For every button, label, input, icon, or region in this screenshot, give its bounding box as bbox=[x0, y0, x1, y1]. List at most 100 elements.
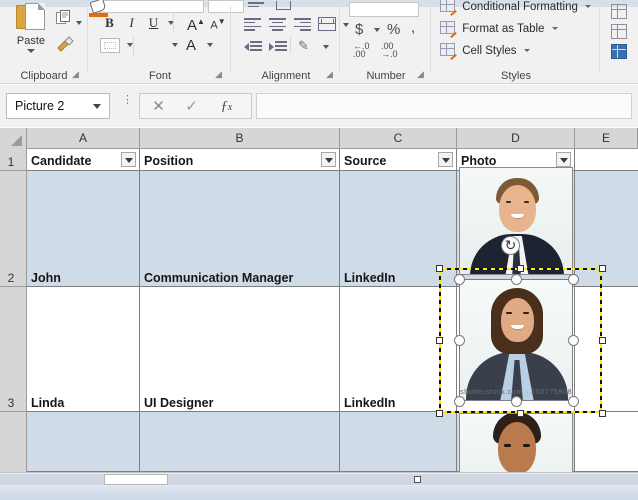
hscroll-track-left[interactable] bbox=[0, 474, 104, 485]
cell-styles-dropdown-arrow[interactable] bbox=[523, 49, 530, 52]
italic-button[interactable]: I bbox=[123, 14, 140, 31]
column-header-d[interactable]: D bbox=[457, 128, 575, 149]
column-header-e[interactable]: E bbox=[575, 128, 638, 149]
hscroll-thumb[interactable] bbox=[104, 474, 168, 485]
conditional-formatting-dropdown-arrow[interactable] bbox=[585, 5, 592, 8]
shrink-font-button[interactable]: A▼ bbox=[209, 13, 227, 35]
paste-dropdown-arrow[interactable] bbox=[27, 49, 35, 53]
range-handle-nw[interactable] bbox=[436, 265, 443, 272]
cell-a1[interactable]: Candidate bbox=[27, 149, 140, 171]
cell-b3[interactable]: UI Designer bbox=[140, 287, 340, 412]
fill-color-dropdown-arrow[interactable] bbox=[172, 43, 178, 47]
orientation-dropdown-arrow[interactable] bbox=[323, 45, 329, 49]
increase-decimal-button[interactable]: .00 →.0 bbox=[381, 42, 398, 59]
photo-third[interactable] bbox=[459, 413, 573, 472]
merge-and-center-button[interactable] bbox=[318, 17, 336, 31]
rotate-handle-icon[interactable]: ↻ bbox=[501, 236, 520, 255]
cancel-icon[interactable]: ✕ bbox=[142, 97, 175, 116]
row-header-4[interactable] bbox=[0, 412, 27, 472]
row-header-column: 1 2 3 bbox=[0, 149, 27, 472]
cell-a2[interactable]: John bbox=[27, 171, 140, 287]
delete-cells-button[interactable] bbox=[611, 24, 627, 39]
increase-indent-button[interactable] bbox=[269, 41, 287, 53]
column-header-c[interactable]: C bbox=[340, 128, 457, 149]
filter-dropdown-b1[interactable] bbox=[321, 152, 336, 167]
accounting-dropdown-arrow[interactable] bbox=[374, 28, 380, 32]
range-handle-se[interactable] bbox=[599, 410, 606, 417]
wrap-text-button[interactable] bbox=[276, 1, 291, 10]
font-color-button[interactable]: A bbox=[182, 37, 200, 55]
font-name-box[interactable] bbox=[99, 0, 204, 13]
cell-a3[interactable]: Linda bbox=[27, 287, 140, 412]
cell-b2[interactable]: Communication Manager bbox=[140, 171, 340, 287]
format-as-table-label: Format as Table bbox=[462, 23, 545, 35]
cell-b1[interactable]: Position bbox=[140, 149, 340, 171]
paste-button[interactable]: Paste bbox=[8, 3, 54, 61]
grow-font-button[interactable]: A▲ bbox=[187, 13, 205, 34]
cell-c4[interactable] bbox=[340, 412, 457, 472]
format-as-table-icon bbox=[440, 21, 457, 39]
format-cells-button[interactable] bbox=[611, 44, 627, 59]
row-header-2[interactable]: 2 bbox=[0, 171, 27, 287]
cell-styles-button[interactable]: Cell Styles bbox=[440, 43, 530, 61]
number-format-box[interactable] bbox=[349, 2, 419, 17]
orientation-button[interactable]: ✎ bbox=[298, 38, 309, 54]
format-as-table-dropdown-arrow[interactable] bbox=[551, 27, 558, 30]
enter-icon[interactable]: ✓ bbox=[175, 97, 208, 116]
format-painter-button[interactable] bbox=[56, 36, 76, 55]
align-center-button[interactable] bbox=[269, 18, 286, 31]
decrease-indent-button[interactable] bbox=[244, 41, 262, 53]
borders-button[interactable] bbox=[100, 38, 120, 53]
align-left-button[interactable] bbox=[244, 18, 261, 31]
align-right-button[interactable] bbox=[294, 18, 311, 31]
name-box-dropdown-arrow[interactable] bbox=[93, 104, 101, 109]
hscroll-split-marker[interactable] bbox=[414, 476, 421, 483]
percent-style-button[interactable]: % bbox=[387, 21, 400, 38]
filter-dropdown-d1[interactable] bbox=[556, 152, 571, 167]
alignment-dialog-launcher[interactable]: ◢ bbox=[326, 69, 333, 80]
copy-dropdown-arrow[interactable] bbox=[76, 20, 82, 25]
formula-bar-grip[interactable]: ⋮ bbox=[122, 95, 133, 106]
filter-dropdown-a1[interactable] bbox=[121, 152, 136, 167]
ribbon-group-font: B I U A▲ A▼ A Font ◢ bbox=[89, 0, 244, 84]
font-color-dropdown-arrow[interactable] bbox=[207, 43, 213, 47]
horizontal-scrollbar[interactable] bbox=[0, 472, 638, 486]
ribbon-group-cells bbox=[601, 0, 638, 84]
range-handle-sw[interactable] bbox=[436, 410, 443, 417]
name-box[interactable]: Picture 2 bbox=[6, 93, 110, 119]
conditional-formatting-button[interactable]: Conditional Formatting bbox=[440, 0, 592, 17]
column-header-a[interactable]: A bbox=[27, 128, 140, 149]
range-handle-ne[interactable] bbox=[599, 265, 606, 272]
row-header-1[interactable]: 1 bbox=[0, 149, 27, 171]
copy-button[interactable] bbox=[56, 10, 82, 29]
range-handle-n[interactable] bbox=[517, 265, 524, 272]
hscroll-track-right[interactable] bbox=[168, 474, 638, 485]
filter-dropdown-c1[interactable] bbox=[438, 152, 453, 167]
cell-e4[interactable] bbox=[575, 412, 638, 472]
row-header-3[interactable]: 3 bbox=[0, 287, 27, 412]
photo-john[interactable] bbox=[459, 167, 573, 275]
insert-cells-button[interactable] bbox=[611, 4, 627, 19]
font-dialog-launcher[interactable]: ◢ bbox=[215, 69, 222, 80]
clipboard-dialog-launcher[interactable]: ◢ bbox=[72, 69, 79, 80]
select-all-corner[interactable] bbox=[0, 128, 27, 149]
conditional-formatting-label: Conditional Formatting bbox=[462, 1, 578, 13]
insert-function-icon[interactable]: ƒx bbox=[210, 97, 243, 117]
name-box-value: Picture 2 bbox=[15, 99, 65, 113]
column-header-b[interactable]: B bbox=[140, 128, 340, 149]
cell-a4[interactable] bbox=[27, 412, 140, 472]
format-as-table-button[interactable]: Format as Table bbox=[440, 21, 558, 39]
cell-c1[interactable]: Source bbox=[340, 149, 457, 171]
range-handle-s[interactable] bbox=[517, 410, 524, 417]
range-handle-e[interactable] bbox=[599, 337, 606, 344]
number-dialog-launcher[interactable]: ◢ bbox=[417, 69, 424, 80]
decrease-decimal-button[interactable]: ←.0.00 bbox=[353, 42, 370, 59]
accounting-format-button[interactable]: $ bbox=[355, 21, 363, 38]
align-top-button[interactable] bbox=[248, 2, 264, 10]
underline-button[interactable]: U bbox=[145, 14, 162, 31]
range-handle-w[interactable] bbox=[436, 337, 443, 344]
cell-e1[interactable] bbox=[575, 149, 638, 171]
formula-input[interactable] bbox=[256, 93, 632, 119]
comma-style-button[interactable]: , bbox=[411, 19, 415, 36]
cell-b4[interactable] bbox=[140, 412, 340, 472]
